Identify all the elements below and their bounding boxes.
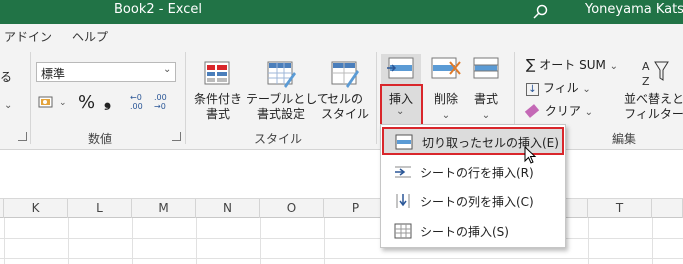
search-icon[interactable]: [533, 4, 549, 20]
tab-addins[interactable]: アドイン: [4, 28, 52, 45]
group-separator: [376, 52, 377, 144]
column-header-n[interactable]: N: [196, 199, 260, 218]
grid-line: [0, 238, 683, 239]
format-as-table-button[interactable]: テーブルとして 書式設定: [246, 54, 329, 124]
column-header-o[interactable]: O: [260, 199, 324, 218]
user-name[interactable]: Yoneyama Katsu: [585, 2, 683, 17]
menu-item-label: シートの行を挿入(R): [420, 166, 534, 180]
dialog-launcher-icon[interactable]: [172, 132, 181, 141]
format-as-table-icon: [267, 61, 296, 88]
accounting-format-icon[interactable]: [38, 95, 56, 111]
cell-styles-button[interactable]: セルの スタイル: [316, 54, 374, 124]
format-cells-icon: [473, 57, 499, 79]
format-as-table-label-1: テーブルとして: [246, 92, 329, 106]
autosum-button[interactable]: ∑ オート SUM ⌄: [526, 56, 618, 73]
ribbon: る ⌄ 標準 ⌄ ⌄ % ❟ ←0 .00 .00 →0 数値 条件付き 書式: [0, 48, 683, 150]
format-label: 書式: [473, 92, 498, 106]
autosum-label: オート SUM: [539, 58, 606, 72]
column-header-k[interactable]: K: [4, 199, 68, 218]
ribbon-tabs: アドイン ヘルプ: [0, 24, 683, 48]
chevron-down-icon: ⌄: [396, 106, 405, 117]
menu-item-label: シートの挿入(S): [420, 225, 509, 239]
eraser-icon: [524, 104, 540, 118]
insert-label: 挿入: [389, 92, 414, 106]
insert-button[interactable]: 挿入 ⌄: [380, 84, 423, 126]
conditional-formatting-label-2: 書式: [205, 107, 230, 121]
grid-line: [0, 258, 683, 259]
tab-help[interactable]: ヘルプ: [72, 28, 108, 45]
chevron-down-icon: ⌄: [163, 64, 172, 75]
number-format-value: 標準: [41, 67, 66, 81]
insert-columns-icon: [396, 194, 410, 208]
conditional-formatting-icon: [204, 61, 230, 85]
chevron-down-icon: ⌄: [441, 110, 451, 121]
insert-rows-icon: [395, 166, 411, 178]
number-format-dropdown[interactable]: 標準 ⌄: [36, 62, 176, 82]
column-header-l[interactable]: L: [68, 199, 132, 218]
insert-cut-cells-icon: [395, 134, 413, 150]
svg-text:Z: Z: [642, 75, 650, 88]
chevron-down-icon: ⌄: [582, 84, 591, 95]
clear-label: クリア: [544, 104, 581, 118]
column-header-partial[interactable]: [652, 199, 683, 218]
number-group-label: 数値: [88, 132, 113, 146]
chevron-down-icon: ⌄: [584, 107, 594, 118]
format-button[interactable]: 書式 ⌄: [466, 54, 506, 124]
conditional-formatting-label-1: 条件付き: [193, 92, 242, 106]
fill-label: フィル: [542, 81, 579, 95]
group-separator: [30, 52, 31, 144]
delete-cells-icon: [431, 57, 461, 79]
sort-filter-label-1: 並べ替えと: [624, 92, 683, 106]
comma-style-button[interactable]: ❟: [104, 90, 111, 111]
sort-filter-icon: A Z: [642, 60, 669, 88]
delete-label: 削除: [433, 92, 458, 106]
column-headers: K L M N O P T: [0, 198, 683, 218]
increase-decimal-button[interactable]: ←0 .00: [130, 93, 143, 111]
format-as-table-label-2: 書式設定: [256, 107, 305, 121]
chevron-down-icon: ⌄: [59, 98, 67, 108]
menu-item-insert-sheet-columns[interactable]: シートの列を挿入(C): [382, 187, 564, 215]
sigma-icon: ∑: [526, 57, 536, 73]
window-title: Book2 - Excel: [114, 2, 203, 17]
truncated-label: る: [0, 70, 13, 84]
column-header-p[interactable]: P: [324, 199, 388, 218]
svg-text:A: A: [642, 60, 650, 73]
styles-group-label: スタイル: [254, 132, 303, 146]
delete-button[interactable]: 削除 ⌄: [426, 54, 466, 124]
decrease-decimal-button[interactable]: .00 →0: [154, 93, 167, 111]
insert-button-top[interactable]: [381, 54, 421, 84]
fill-button[interactable]: ↓ フィル ⌄: [526, 79, 591, 96]
conditional-formatting-button[interactable]: 条件付き 書式: [190, 54, 246, 124]
column-header-m[interactable]: M: [132, 199, 196, 218]
percent-style-button[interactable]: %: [78, 92, 95, 113]
chevron-down-icon: ⌄: [481, 110, 491, 121]
chevron-down-icon: ⌄: [4, 100, 13, 111]
group-separator: [185, 52, 186, 144]
dialog-launcher-icon[interactable]: [18, 132, 27, 141]
menu-item-label: 切り取ったセルの挿入(E): [422, 136, 559, 150]
menu-item-insert-sheet-rows[interactable]: シートの行を挿入(R): [382, 158, 564, 186]
column-header-t[interactable]: T: [588, 199, 652, 218]
sort-filter-button[interactable]: A Z 並べ替えと フィルター: [624, 54, 683, 124]
formula-bar-area: [0, 150, 683, 198]
cell-styles-label-2: スタイル: [320, 107, 369, 121]
clear-button[interactable]: クリア ⌄: [524, 102, 594, 119]
sort-filter-label-2: フィルター: [624, 107, 683, 121]
insert-sheet-icon: [394, 223, 412, 239]
menu-item-insert-sheet[interactable]: シートの挿入(S): [382, 217, 564, 245]
menu-item-label: シートの列を挿入(C): [420, 195, 534, 209]
cell-styles-icon: [331, 61, 359, 88]
chevron-down-icon: ⌄: [609, 61, 619, 72]
title-bar: Book2 - Excel Yoneyama Katsu: [0, 0, 683, 24]
fill-down-icon: ↓: [526, 83, 539, 96]
editing-group-label: 編集: [612, 132, 637, 146]
insert-cells-icon: [387, 57, 414, 79]
insert-dropdown-menu: 切り取ったセルの挿入(E) シートの行を挿入(R) シートの列を挿入(C) シー…: [380, 124, 566, 248]
cell-styles-label-1: セルの: [326, 92, 363, 106]
